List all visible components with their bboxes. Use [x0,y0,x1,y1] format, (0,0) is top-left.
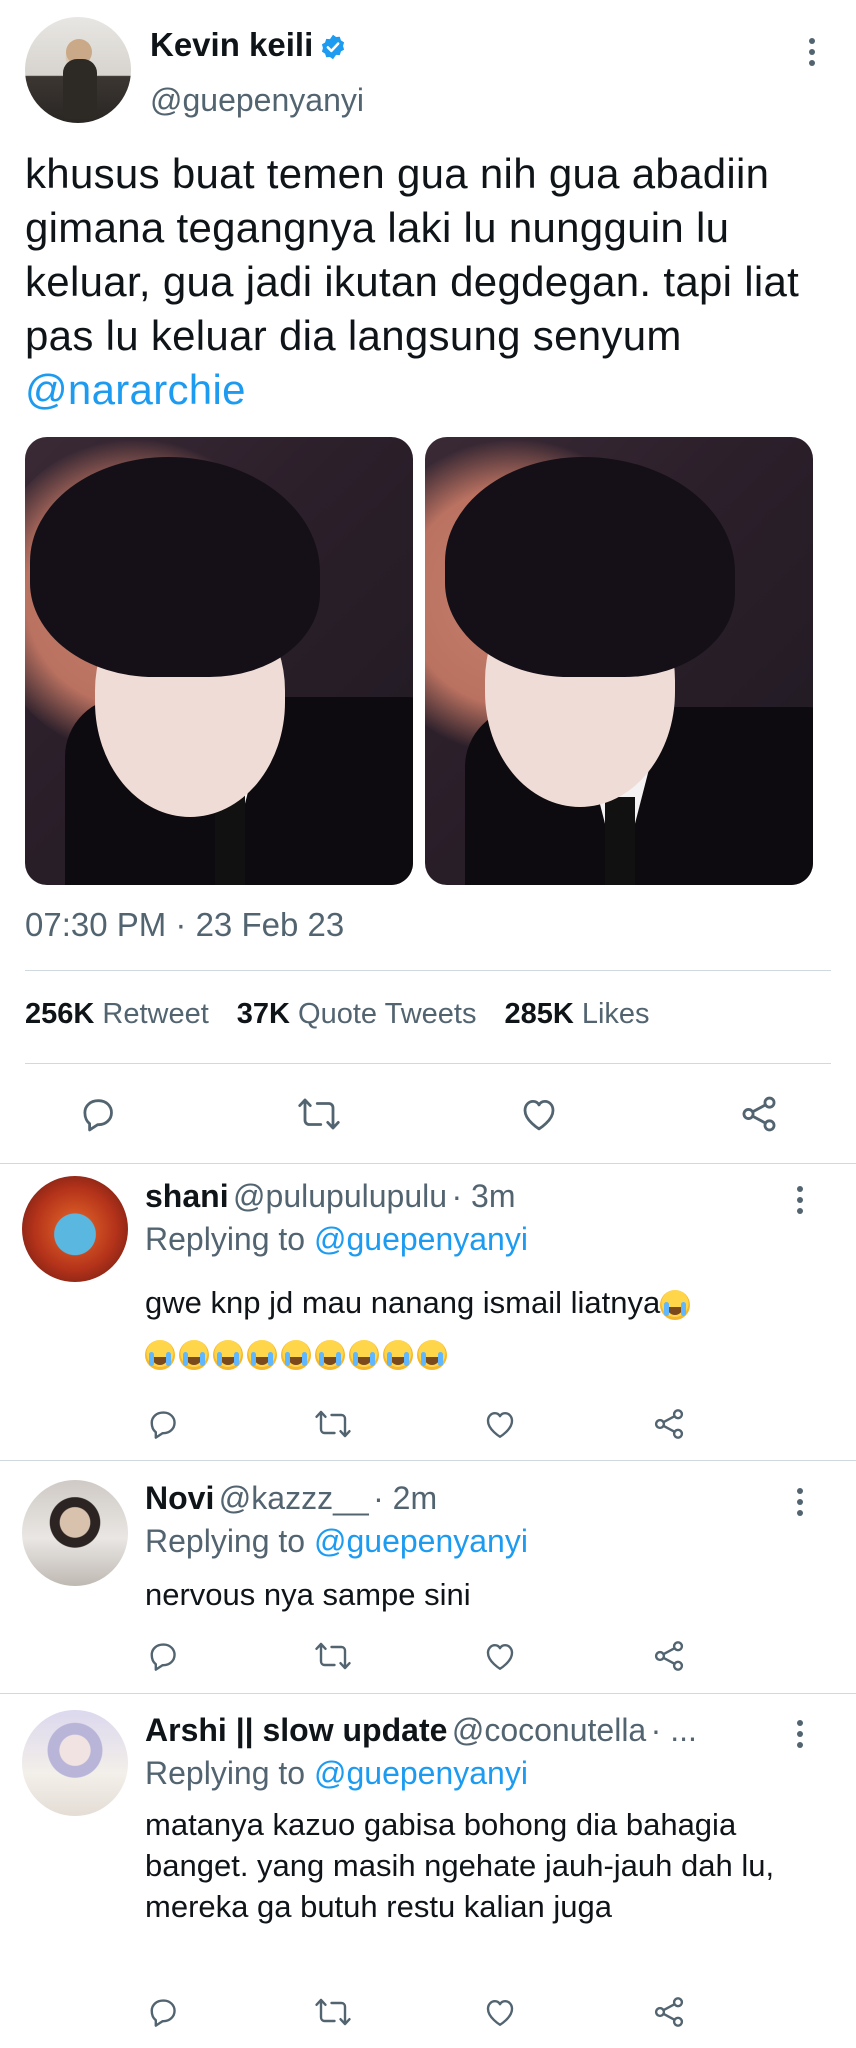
reply-author-handle[interactable]: @coconutella [452,1712,646,1748]
tweet-text-body: khusus buat temen gua nih gua abadiin gi… [25,150,800,359]
divider [0,1163,856,1164]
reply-icon[interactable] [145,1994,181,2030]
loudly-crying-face-emoji [315,1340,345,1370]
retweet-stat[interactable]: 256K Retweet [25,998,209,1031]
retweet-icon[interactable] [313,1406,353,1442]
loudly-crying-face-emoji [281,1340,311,1370]
loudly-crying-face-emoji [179,1340,209,1370]
loudly-crying-face-emoji [213,1340,243,1370]
replying-to-label: Replying to [145,1221,314,1257]
heart-icon[interactable] [482,1994,518,2030]
loudly-crying-face-emoji [247,1340,277,1370]
replying-to-label: Replying to [145,1523,314,1559]
reply-author-handle[interactable]: @kazzz__ [219,1480,369,1516]
heart-icon[interactable] [518,1093,560,1135]
retweet-count: 256K [25,998,95,1030]
likes-count: 285K [504,998,574,1030]
replying-to: Replying to @guepenyanyi [145,1523,528,1560]
reply-header: Novi @kazzz__ · 2m [145,1480,437,1517]
more-vertical-icon[interactable] [797,1720,803,1748]
quote-stat[interactable]: 37K Quote Tweets [237,998,477,1031]
likes-stat[interactable]: 285K Likes [504,998,649,1031]
reply-time: · 2m [373,1480,438,1516]
reply-author-handle[interactable]: @pulupulupulu [233,1178,447,1214]
tweet-photo-1[interactable] [25,437,413,885]
tweet-stats: 256K Retweet 37K Quote Tweets 285K Likes [25,998,650,1031]
loudly-crying-face-emoji [383,1340,413,1370]
reply-icon[interactable] [77,1093,119,1135]
reply-author-name[interactable]: Arshi || slow update [145,1712,447,1748]
reply-author-name[interactable]: shani [145,1178,229,1214]
author-avatar[interactable] [25,17,131,123]
loudly-crying-face-emoji [349,1340,379,1370]
retweet-icon[interactable] [313,1994,353,2030]
share-icon[interactable] [651,1638,687,1674]
reply-text: nervous nya sampe sini [145,1577,471,1612]
author-handle[interactable]: @guepenyanyi [150,82,364,119]
heart-icon[interactable] [482,1406,518,1442]
loudly-crying-face-emoji [660,1289,691,1320]
loudly-crying-face-emoji [417,1340,447,1370]
tweet-text: khusus buat temen gua nih gua abadiin gi… [25,147,825,417]
tweet-timestamp: 07:30 PM · 23 Feb 23 [25,906,345,943]
more-vertical-icon[interactable] [797,1186,803,1214]
divider [0,1693,856,1694]
share-icon[interactable] [651,1994,687,2030]
quote-count: 37K [236,998,290,1030]
reply-icon[interactable] [145,1406,181,1442]
reply-header: Arshi || slow update @coconutella · ... [145,1712,795,1749]
retweet-icon[interactable] [313,1638,353,1674]
reply-author-name[interactable]: Novi [145,1480,214,1516]
loudly-crying-face-emoji [145,1340,175,1370]
divider [25,970,831,971]
emoji-row [145,1340,451,1370]
mention-link[interactable]: @nararchie [25,366,246,413]
reply-time: · ... [650,1712,697,1748]
quote-label: Quote Tweets [298,998,477,1030]
reply-avatar[interactable] [22,1176,128,1282]
retweet-icon[interactable] [296,1093,342,1135]
more-vertical-icon[interactable] [797,1488,803,1516]
divider [25,1063,831,1064]
likes-label: Likes [581,998,650,1030]
reply-icon[interactable] [145,1638,181,1674]
reply-avatar[interactable] [22,1710,128,1816]
author-name-text: Kevin keili [150,26,314,63]
author-name[interactable]: Kevin keili [150,26,347,64]
replying-to-handle[interactable]: @guepenyanyi [314,1523,528,1559]
divider [0,1460,856,1461]
reply-text: matanya kazuo gabisa bohong dia bahagia … [145,1807,775,1924]
verified-badge-icon [319,31,347,60]
reply-time: · 3m [451,1178,516,1214]
reply-avatar[interactable] [22,1480,128,1586]
replying-to: Replying to @guepenyanyi [145,1755,528,1792]
more-vertical-icon[interactable] [809,38,815,66]
reply-header: shani @pulupulupulu · 3m [145,1178,515,1215]
replying-to-handle[interactable]: @guepenyanyi [314,1755,528,1791]
tweet-photo-2[interactable] [425,437,813,885]
reply-text: gwe knp jd mau nanang ismail liatnya [145,1282,825,1323]
reply-text-body: gwe knp jd mau nanang ismail liatnya [145,1285,661,1320]
replying-to: Replying to @guepenyanyi [145,1221,528,1258]
share-icon[interactable] [651,1406,687,1442]
replying-to-label: Replying to [145,1755,314,1791]
retweet-label: Retweet [102,998,209,1030]
replying-to-handle[interactable]: @guepenyanyi [314,1221,528,1257]
heart-icon[interactable] [482,1638,518,1674]
share-icon[interactable] [738,1093,780,1135]
